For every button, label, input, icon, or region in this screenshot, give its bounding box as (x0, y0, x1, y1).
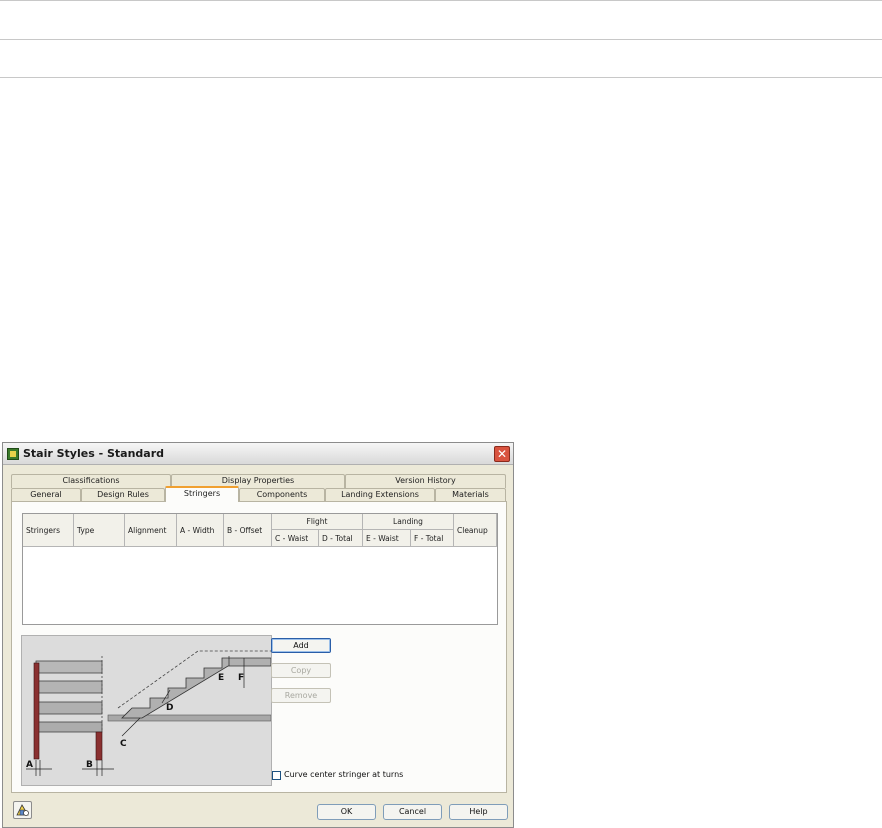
ok-button[interactable]: OK (317, 804, 376, 820)
tab-stringers[interactable]: Stringers (165, 486, 239, 502)
tab-general[interactable]: General (11, 488, 81, 502)
add-button[interactable]: Add (271, 638, 331, 653)
label-a: A (26, 760, 33, 770)
cancel-button[interactable]: Cancel (383, 804, 442, 820)
top-divider-2 (0, 39, 882, 40)
tab-design-rules[interactable]: Design Rules (81, 488, 165, 502)
dialog-title: Stair Styles - Standard (23, 447, 165, 460)
label-e: E (218, 673, 224, 683)
stair-style-app-icon (7, 448, 19, 460)
col-f-total[interactable]: F - Total (411, 530, 454, 547)
col-cleanup[interactable]: Cleanup (454, 514, 497, 547)
stringers-panel: Stringers Type Alignment A - Width B - O… (11, 501, 507, 793)
building-help-icon (16, 804, 29, 816)
help-button[interactable]: Help (449, 804, 508, 820)
label-f: F (238, 673, 244, 683)
label-b: B (86, 760, 93, 770)
stringer-diagram: A B C D E F (21, 635, 272, 786)
col-alignment[interactable]: Alignment (125, 514, 177, 547)
top-divider-1 (0, 0, 882, 1)
col-b-offset[interactable]: B - Offset (224, 514, 272, 547)
tab-materials[interactable]: Materials (435, 488, 506, 502)
building-help-button[interactable] (13, 801, 32, 819)
close-button[interactable]: ✕ (494, 446, 510, 462)
col-type[interactable]: Type (74, 514, 125, 547)
top-divider-3 (0, 77, 882, 78)
close-icon: ✕ (496, 447, 508, 461)
col-e-waist[interactable]: E - Waist (363, 530, 411, 547)
stair-styles-dialog: Stair Styles - Standard ✕ Classification… (2, 442, 514, 828)
col-d-total[interactable]: D - Total (319, 530, 363, 547)
curve-center-stringer-label: Curve center stringer at turns (284, 770, 404, 779)
label-c: C (120, 739, 127, 749)
curve-center-stringer-checkbox[interactable] (272, 771, 281, 780)
col-group-landing: Landing (363, 514, 454, 530)
col-a-width[interactable]: A - Width (177, 514, 224, 547)
remove-button[interactable]: Remove (271, 688, 331, 703)
stringers-table[interactable]: Stringers Type Alignment A - Width B - O… (22, 513, 498, 625)
tab-components[interactable]: Components (239, 488, 325, 502)
label-d: D (166, 703, 173, 713)
col-stringers[interactable]: Stringers (23, 514, 74, 547)
copy-button[interactable]: Copy (271, 663, 331, 678)
tab-classifications[interactable]: Classifications (11, 474, 171, 488)
col-c-waist[interactable]: C - Waist (272, 530, 319, 547)
col-group-flight: Flight (272, 514, 363, 530)
dialog-titlebar: Stair Styles - Standard ✕ (3, 443, 513, 465)
stringer-illustration: A B C D E F (26, 650, 272, 776)
tab-landing-extensions[interactable]: Landing Extensions (325, 488, 435, 502)
tab-version-history[interactable]: Version History (345, 474, 506, 488)
